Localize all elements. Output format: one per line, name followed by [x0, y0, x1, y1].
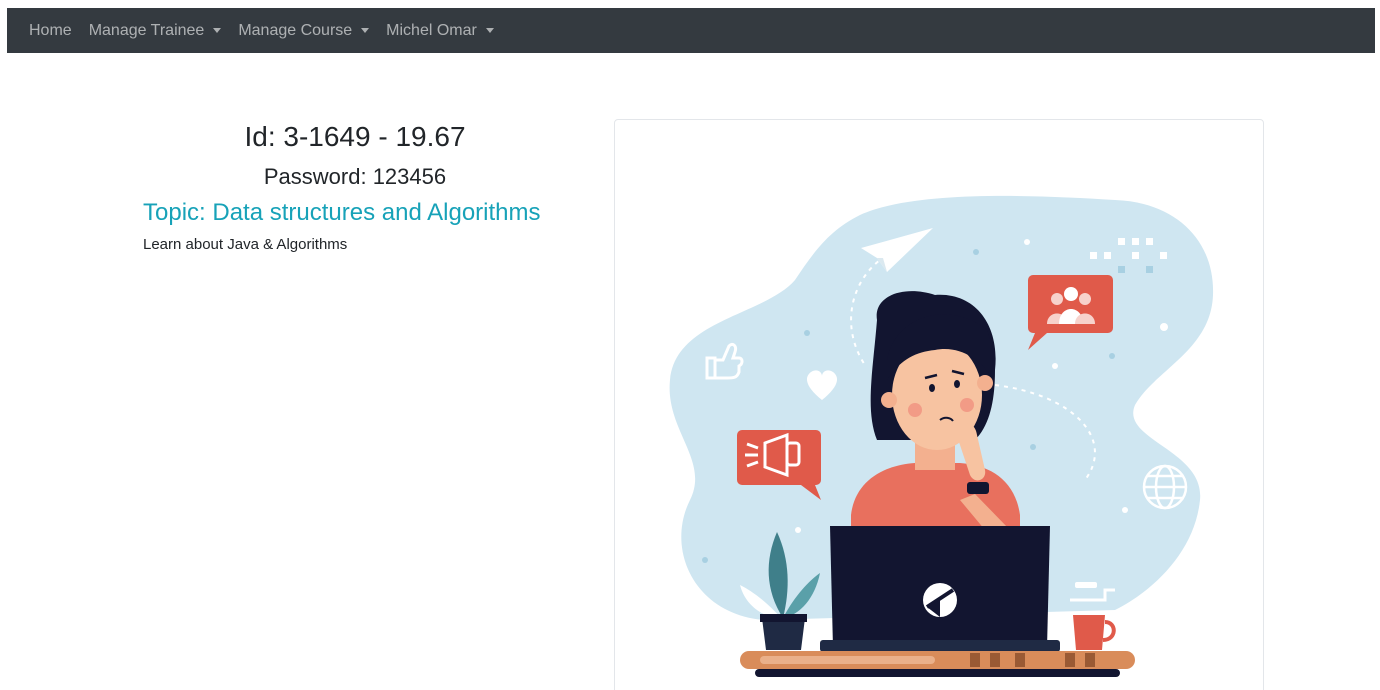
course-info: Id: 3-1649 - 19.67 Password: 123456 Topi… [143, 118, 567, 253]
nav-manage-trainee-label: Manage Trainee [88, 21, 205, 39]
caret-down-icon [485, 28, 494, 33]
caret-down-icon [213, 28, 222, 33]
course-id-heading: Id: 3-1649 - 19.67 [244, 121, 466, 152]
nav-user-label: Michel Omar [386, 21, 477, 39]
desk [740, 651, 1135, 677]
nav-user-dropdown[interactable]: Michel Omar [386, 22, 494, 40]
nav-home-link[interactable]: Home [29, 22, 72, 40]
illustration-card [614, 119, 1264, 690]
course-topic-heading: Topic: Data structures and Algorithms [143, 199, 541, 226]
laptop-icon [820, 526, 1060, 652]
nav-manage-course-dropdown[interactable]: Manage Course [238, 21, 370, 40]
caret-down-icon [361, 28, 370, 33]
top-navbar: Home Manage Trainee Manage Course Michel… [7, 8, 1375, 53]
course-description: Learn about Java & Algorithms [143, 236, 348, 253]
nav-manage-course-label: Manage Course [238, 21, 353, 39]
student-illustration [669, 195, 1214, 677]
nav-home-label: Home [29, 21, 72, 39]
nav-manage-trainee-dropdown[interactable]: Manage Trainee [89, 22, 222, 40]
course-password-heading: Password: 123456 [263, 164, 447, 189]
